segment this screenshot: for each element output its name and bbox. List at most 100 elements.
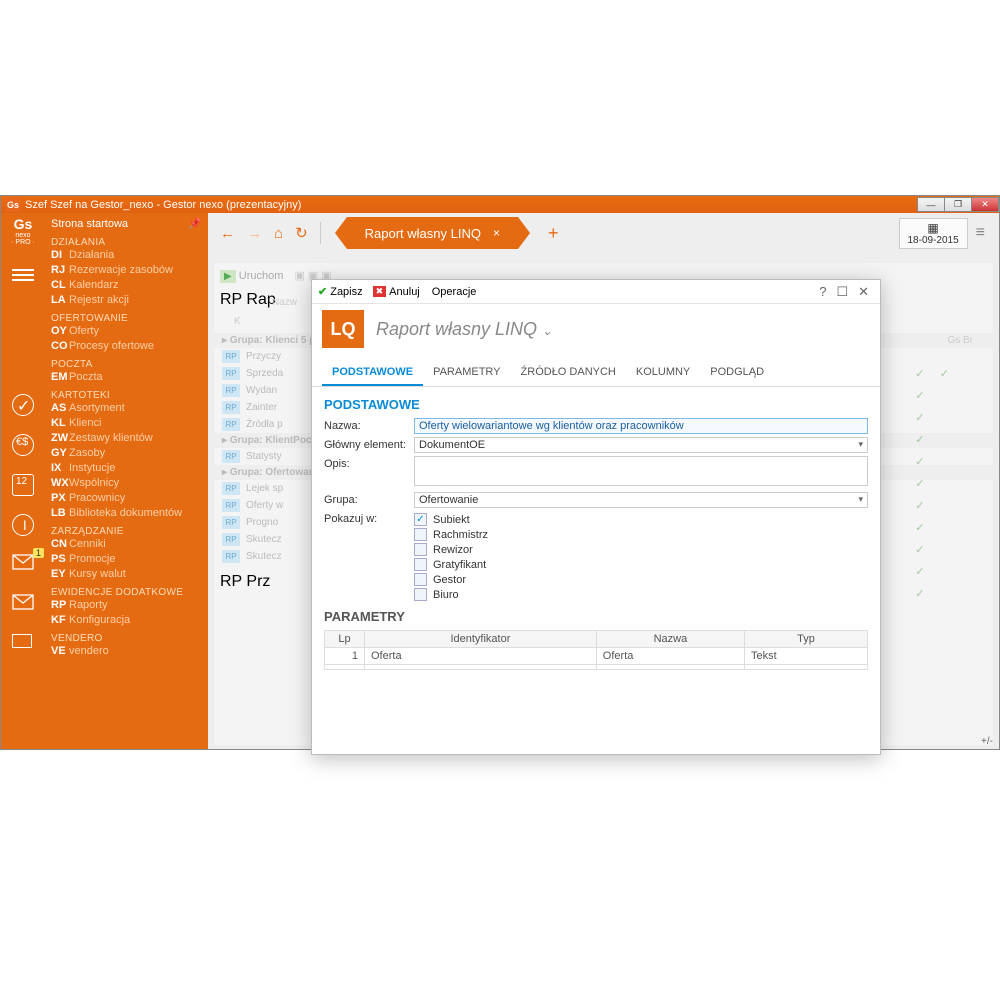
opis-textarea[interactable] bbox=[414, 456, 868, 486]
sidebar-item[interactable]: WXWspólnicy bbox=[51, 476, 208, 491]
active-tab[interactable]: Raport własny LINQ × bbox=[347, 217, 518, 249]
chevron-down-icon[interactable]: ⌄ bbox=[542, 324, 552, 338]
mail-badge: 1 bbox=[33, 548, 44, 558]
window-title: Szef Szef na Gestor_nexo - Gestor nexo (… bbox=[25, 199, 301, 211]
sidebar-item[interactable]: KLKlienci bbox=[51, 416, 208, 431]
rail-cert-icon[interactable] bbox=[12, 634, 34, 656]
sidebar-item[interactable]: PXPracownicy bbox=[51, 491, 208, 506]
section-param-title: PARAMETRY bbox=[324, 609, 868, 624]
refresh-icon[interactable]: ↻ bbox=[295, 224, 308, 242]
label-grupa: Grupa: bbox=[324, 492, 414, 506]
sidebar-item[interactable]: OYOferty bbox=[51, 324, 208, 339]
app-window: Gs Szef Szef na Gestor_nexo - Gestor nex… bbox=[0, 195, 1000, 750]
sidebar-item[interactable]: RJRezerwacje zasobów bbox=[51, 263, 208, 278]
back-icon[interactable]: ← bbox=[220, 225, 235, 242]
tab-podglad[interactable]: PODGLĄD bbox=[700, 360, 774, 386]
section-ofertowanie: OFERTOWANIE bbox=[51, 313, 208, 324]
tab-podstawowe[interactable]: PODSTAWOWE bbox=[322, 360, 423, 386]
tab-close-icon[interactable]: × bbox=[493, 226, 500, 240]
date-widget[interactable]: ▦18-09-2015 bbox=[899, 218, 968, 249]
section-zarzadzanie: ZARZĄDZANIE bbox=[51, 526, 208, 537]
logo: Gsnexo· PRO · bbox=[11, 217, 35, 246]
check-icon: ✔ bbox=[318, 285, 327, 298]
dialog-logo: LQ bbox=[322, 310, 364, 348]
sidebar: 📌 Strona startowa DZIAŁANIA DIDziałaniaR… bbox=[45, 213, 208, 749]
pin-icon[interactable]: 📌 bbox=[188, 217, 202, 230]
sidebar-item[interactable]: LARejestr akcji bbox=[51, 293, 208, 308]
sidebar-item[interactable]: CNCenniki bbox=[51, 537, 208, 552]
section-dzialania: DZIAŁANIA bbox=[51, 237, 208, 248]
sidebar-item[interactable]: EMPoczta bbox=[51, 370, 208, 385]
show-in-option[interactable]: ✓Subiekt bbox=[414, 513, 868, 526]
show-in-option[interactable]: Rachmistrz bbox=[414, 528, 868, 541]
left-rail: Gsnexo· PRO · ✓ €$ 12 ╷ 1 bbox=[1, 213, 45, 749]
x-icon: ✖ bbox=[373, 286, 387, 297]
label-main-element: Główny element: bbox=[324, 437, 414, 451]
linq-report-dialog: ✔ Zapisz ✖ Anuluj Operacje ? ☐ ✕ LQ Rapo… bbox=[311, 279, 881, 755]
cancel-button[interactable]: Anuluj bbox=[389, 286, 420, 298]
title-bar: Gs Szef Szef na Gestor_nexo - Gestor nex… bbox=[1, 196, 999, 213]
bg-checkmarks: ✓ ✓✓✓✓✓✓✓✓✓✓✓ bbox=[915, 363, 949, 605]
rail-timer-icon[interactable]: ╷ bbox=[12, 514, 34, 536]
table-row[interactable] bbox=[325, 665, 868, 670]
section-ewid: EWIDENCJE DODATKOWE bbox=[51, 587, 208, 598]
rail-mail1-icon[interactable]: 1 bbox=[12, 554, 34, 576]
section-basic-title: PODSTAWOWE bbox=[324, 397, 868, 412]
sidebar-item[interactable]: VEvendero bbox=[51, 644, 208, 659]
sidebar-item[interactable]: LBBiblioteka dokumentów bbox=[51, 506, 208, 521]
show-in-option[interactable]: Rewizor bbox=[414, 543, 868, 556]
section-vendero: VENDERO bbox=[51, 633, 208, 644]
calendar-icon: ▦ bbox=[908, 221, 959, 235]
show-in-option[interactable]: Gratyfikant bbox=[414, 558, 868, 571]
parameters-table: Lp Identyfikator Nazwa Typ 1 Oferta Ofer… bbox=[324, 630, 868, 670]
sidebar-item[interactable]: PSPromocje bbox=[51, 552, 208, 567]
close-button[interactable]: ✕ bbox=[971, 197, 999, 212]
rail-calendar-icon[interactable]: 12 bbox=[12, 474, 34, 496]
hamburger-icon[interactable]: ≡ bbox=[976, 224, 985, 242]
help-icon[interactable]: ? bbox=[819, 284, 826, 299]
maximize-button[interactable]: ❐ bbox=[944, 197, 972, 212]
sidebar-item[interactable]: EYKursy walut bbox=[51, 567, 208, 582]
rail-check-icon[interactable]: ✓ bbox=[12, 394, 34, 416]
minimize-button[interactable]: — bbox=[917, 197, 945, 212]
grupa-select[interactable]: Ofertowanie▾ bbox=[414, 492, 868, 508]
forward-icon[interactable]: → bbox=[247, 225, 262, 242]
sidebar-item[interactable]: GYZasoby bbox=[51, 446, 208, 461]
sidebar-item[interactable]: CLKalendarz bbox=[51, 278, 208, 293]
main-toolbar: ← → ⌂ ↻ Raport własny LINQ × + ▦18-09-20… bbox=[208, 213, 999, 253]
rail-mail2-icon[interactable] bbox=[12, 594, 34, 616]
new-tab-icon[interactable]: + bbox=[548, 223, 559, 244]
tab-label: Raport własny LINQ bbox=[365, 226, 481, 241]
sidebar-item[interactable]: COProcesy ofertowe bbox=[51, 339, 208, 354]
section-poczta: POCZTA bbox=[51, 359, 208, 370]
rail-euro-icon[interactable]: €$ bbox=[12, 434, 34, 456]
app-icon: Gs bbox=[5, 197, 21, 212]
home-icon[interactable]: ⌂ bbox=[274, 225, 283, 242]
close-dialog-icon[interactable]: ✕ bbox=[858, 284, 869, 300]
operations-button[interactable]: Operacje bbox=[432, 286, 477, 298]
tab-zrodlo[interactable]: ŹRÓDŁO DANYCH bbox=[511, 360, 626, 386]
sidebar-item[interactable]: RPRaporty bbox=[51, 598, 208, 613]
label-pokazuj: Pokazuj w: bbox=[324, 511, 414, 525]
table-row[interactable]: 1 Oferta Oferta Tekst bbox=[325, 648, 868, 665]
sidebar-item[interactable]: DIDziałania bbox=[51, 248, 208, 263]
nazwa-input[interactable] bbox=[414, 418, 868, 434]
tab-parametry[interactable]: PARAMETRY bbox=[423, 360, 510, 386]
show-in-option[interactable]: Gestor bbox=[414, 573, 868, 586]
dialog-toolbar: ✔ Zapisz ✖ Anuluj Operacje ? ☐ ✕ bbox=[312, 280, 880, 304]
maximize-dialog-icon[interactable]: ☐ bbox=[836, 284, 848, 300]
tab-kolumny[interactable]: KOLUMNY bbox=[626, 360, 700, 386]
sidebar-item[interactable]: KFKonfiguracja bbox=[51, 613, 208, 628]
zoom-toggle[interactable]: +/- bbox=[981, 736, 993, 747]
label-opis: Opis: bbox=[324, 456, 414, 470]
save-button[interactable]: Zapisz bbox=[330, 286, 362, 298]
sidebar-item[interactable]: ASAsortyment bbox=[51, 401, 208, 416]
sidebar-item[interactable]: ZWZestawy klientów bbox=[51, 431, 208, 446]
sidebar-item[interactable]: IXInstytucje bbox=[51, 461, 208, 476]
section-kartoteki: KARTOTEKI bbox=[51, 390, 208, 401]
sidebar-home[interactable]: Strona startowa bbox=[51, 217, 208, 232]
label-nazwa: Nazwa: bbox=[324, 418, 414, 432]
main-element-select[interactable]: DokumentOE▾ bbox=[414, 437, 868, 453]
show-in-option[interactable]: Biuro bbox=[414, 588, 868, 601]
menu-icon[interactable] bbox=[12, 266, 34, 284]
